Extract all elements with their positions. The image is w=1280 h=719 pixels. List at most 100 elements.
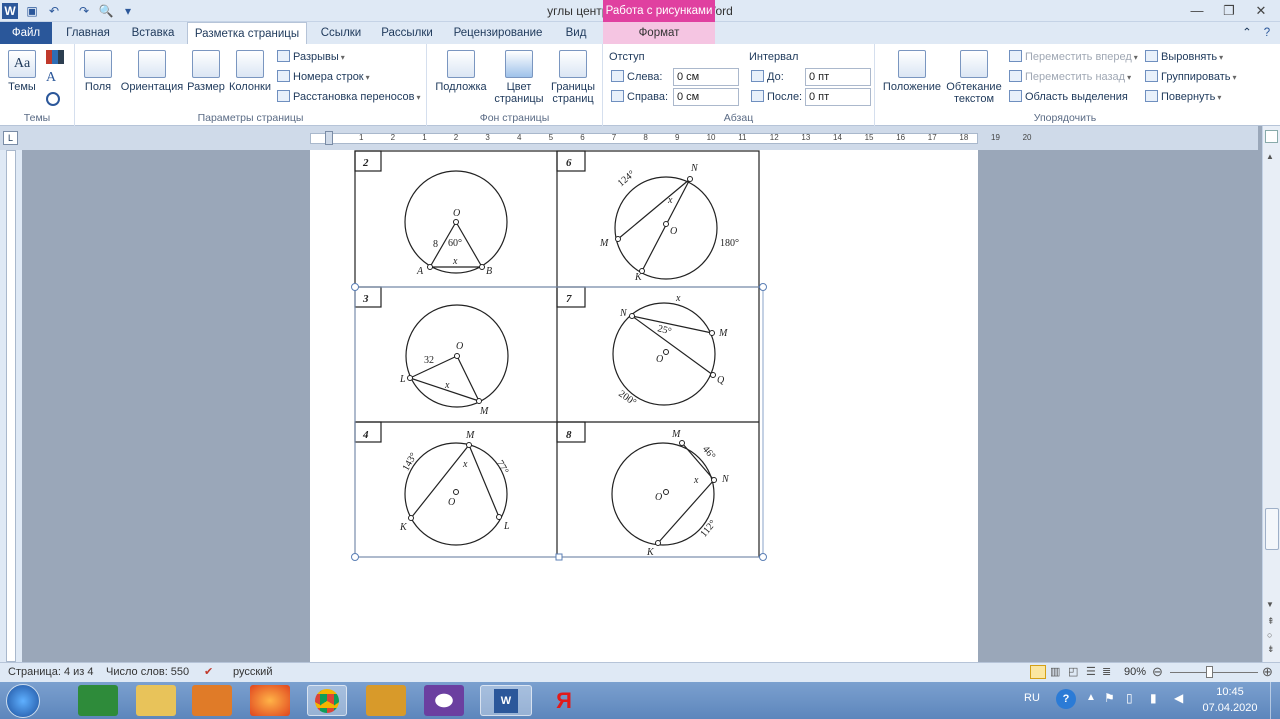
restore-icon[interactable]: ❐ [1216, 2, 1242, 20]
clock-time[interactable]: 10:45 [1202, 686, 1258, 698]
minimize-icon[interactable]: — [1184, 2, 1210, 20]
document-area[interactable]: 2 6 3 7 4 8 O A B x 8 60° N M K O x 124°… [22, 150, 1262, 662]
scroll-up-icon[interactable]: ▲ [1266, 152, 1274, 161]
line-numbers-icon [277, 70, 290, 82]
tab-home[interactable]: Главная [60, 22, 116, 44]
network-icon[interactable]: ▮ [1150, 691, 1157, 705]
scroll-thumb[interactable] [1265, 508, 1279, 550]
tab-insert[interactable]: Вставка [122, 22, 184, 44]
point-label: O [655, 492, 662, 503]
margins-button[interactable]: Поля [81, 50, 115, 93]
send-backward-icon [1009, 70, 1022, 82]
show-desktop-button[interactable] [1270, 682, 1280, 719]
tab-selector-icon[interactable]: L [3, 131, 18, 145]
selection-pane-button[interactable]: Область выделения [1009, 88, 1128, 106]
spacing-after-input[interactable]: 0 пт [805, 88, 871, 106]
bring-forward-button[interactable]: Переместить вперед ▾ [1009, 48, 1138, 66]
close-icon[interactable]: ✕ [1248, 2, 1274, 20]
zoom-slider[interactable] [1170, 672, 1258, 673]
taskbar-app-icon[interactable] [78, 685, 118, 716]
tab-view[interactable]: Вид [556, 22, 596, 44]
ribbon-collapse-icon[interactable]: ⌃ [1240, 22, 1254, 44]
archive-icon[interactable] [366, 685, 406, 716]
prev-page-icon[interactable]: ⇞ [1267, 616, 1275, 627]
page-borders-button[interactable]: Границы страниц [547, 50, 599, 105]
print-layout-icon[interactable] [1030, 665, 1046, 679]
action-center-icon[interactable]: ⚑ [1104, 691, 1115, 705]
indent-left-input[interactable]: 0 см [673, 68, 739, 86]
send-backward-button[interactable]: Переместить назад ▾ [1009, 68, 1131, 86]
word-count[interactable]: Число слов: 550 [106, 666, 189, 678]
align-button[interactable]: Выровнять ▾ [1145, 48, 1223, 66]
vertical-ruler[interactable] [0, 150, 22, 662]
tor-browser-icon[interactable] [424, 685, 464, 716]
tab-review[interactable]: Рецензирование [446, 22, 550, 44]
language[interactable]: русский [233, 666, 272, 678]
status-bar: Страница: 4 из 4 Число слов: 550 ✔ русск… [0, 662, 1280, 682]
unknown-label: x [693, 475, 699, 486]
zoom-out-icon[interactable]: ⊖ [1152, 664, 1163, 680]
tab-references[interactable]: Ссылки [312, 22, 370, 44]
tray-expand-icon[interactable]: ▲ [1086, 692, 1096, 703]
help-tray-icon[interactable]: ? [1056, 689, 1076, 709]
zoom-level[interactable]: 90% [1124, 666, 1146, 678]
document-page[interactable]: 2 6 3 7 4 8 O A B x 8 60° N M K O x 124°… [310, 150, 978, 662]
page-count[interactable]: Страница: 4 из 4 [8, 666, 94, 678]
view-ruler-icon[interactable] [1265, 130, 1278, 143]
group-label-paragraph: Абзац [723, 112, 754, 124]
page-color-button[interactable]: Цвет страницы [491, 50, 547, 105]
file-explorer-icon[interactable] [136, 685, 176, 716]
scroll-down-icon[interactable]: ▼ [1266, 600, 1274, 609]
size-button[interactable]: Размер [187, 50, 225, 93]
volume-icon[interactable]: ◀ [1174, 691, 1183, 705]
full-screen-icon[interactable]: ▥ [1050, 665, 1060, 678]
chrome-icon[interactable] [307, 685, 347, 716]
spacing-before-input[interactable]: 0 пт [805, 68, 871, 86]
zoom-slider-thumb[interactable] [1206, 666, 1213, 678]
word-taskbar-icon[interactable]: W [480, 685, 532, 716]
orientation-button[interactable]: Ориентация [119, 50, 185, 93]
themes-button[interactable]: Aa Темы [4, 50, 40, 93]
watermark-label: Подложка [435, 81, 487, 93]
clock-date[interactable]: 07.04.2020 [1198, 702, 1262, 714]
yandex-icon[interactable]: Я [544, 685, 584, 716]
wrap-text-button[interactable]: Обтекание текстом [945, 50, 1003, 105]
watermark-icon [447, 50, 475, 78]
tab-page-layout[interactable]: Разметка страницы [187, 22, 307, 44]
indent-right-input[interactable]: 0 см [673, 88, 739, 106]
value-label: 8 [433, 239, 438, 250]
browse-object-icon[interactable]: ○ [1267, 630, 1272, 640]
theme-colors-icon[interactable] [46, 50, 64, 64]
media-player-icon[interactable] [192, 685, 232, 716]
watermark-button[interactable]: Подложка [433, 50, 489, 93]
position-button[interactable]: Положение [881, 50, 943, 93]
hyphenation-button[interactable]: Расстановка переносов ▾ [277, 88, 421, 106]
tab-format[interactable]: Формат [603, 22, 715, 44]
start-button-icon[interactable] [6, 684, 40, 718]
zoom-in-icon[interactable]: ⊕ [1262, 664, 1273, 680]
input-language[interactable]: RU [1024, 692, 1040, 704]
theme-fonts-icon[interactable]: A [46, 70, 56, 86]
breaks-button[interactable]: Разрывы ▾ [277, 48, 345, 66]
tab-file[interactable]: Файл [0, 22, 52, 44]
proofing-icon[interactable]: ✔ [204, 665, 213, 678]
size-label: Размер [187, 81, 225, 93]
vertical-scrollbar[interactable]: ▲ ▼ ⇞ ○ ⇟ [1262, 126, 1280, 662]
point-label: O [453, 208, 460, 219]
indent-marker-icon[interactable] [325, 131, 333, 145]
theme-effects-icon[interactable] [46, 92, 60, 106]
outline-icon[interactable]: ☰ [1086, 665, 1096, 678]
draft-icon[interactable]: ≣ [1102, 665, 1111, 678]
next-page-icon[interactable]: ⇟ [1267, 644, 1275, 655]
help-icon[interactable]: ? [1258, 22, 1276, 44]
web-layout-icon[interactable]: ◰ [1068, 665, 1078, 678]
rotate-button[interactable]: Повернуть ▾ [1145, 88, 1221, 106]
line-numbers-button[interactable]: Номера строк ▾ [277, 68, 370, 86]
device-icon[interactable]: ▯ [1126, 691, 1133, 705]
group-objects-button[interactable]: Группировать ▾ [1145, 68, 1237, 86]
columns-button[interactable]: Колонки [227, 50, 273, 93]
taskbar: W Я RU ? ▲ ⚑ ▯ ▮ ◀ 10:45 07.04.2020 [0, 682, 1280, 719]
tab-mailings[interactable]: Рассылки [374, 22, 440, 44]
geometry-figure[interactable]: 2 6 3 7 4 8 O A B x 8 60° N M K O x 124°… [350, 150, 810, 562]
firefox-icon[interactable] [250, 685, 290, 716]
